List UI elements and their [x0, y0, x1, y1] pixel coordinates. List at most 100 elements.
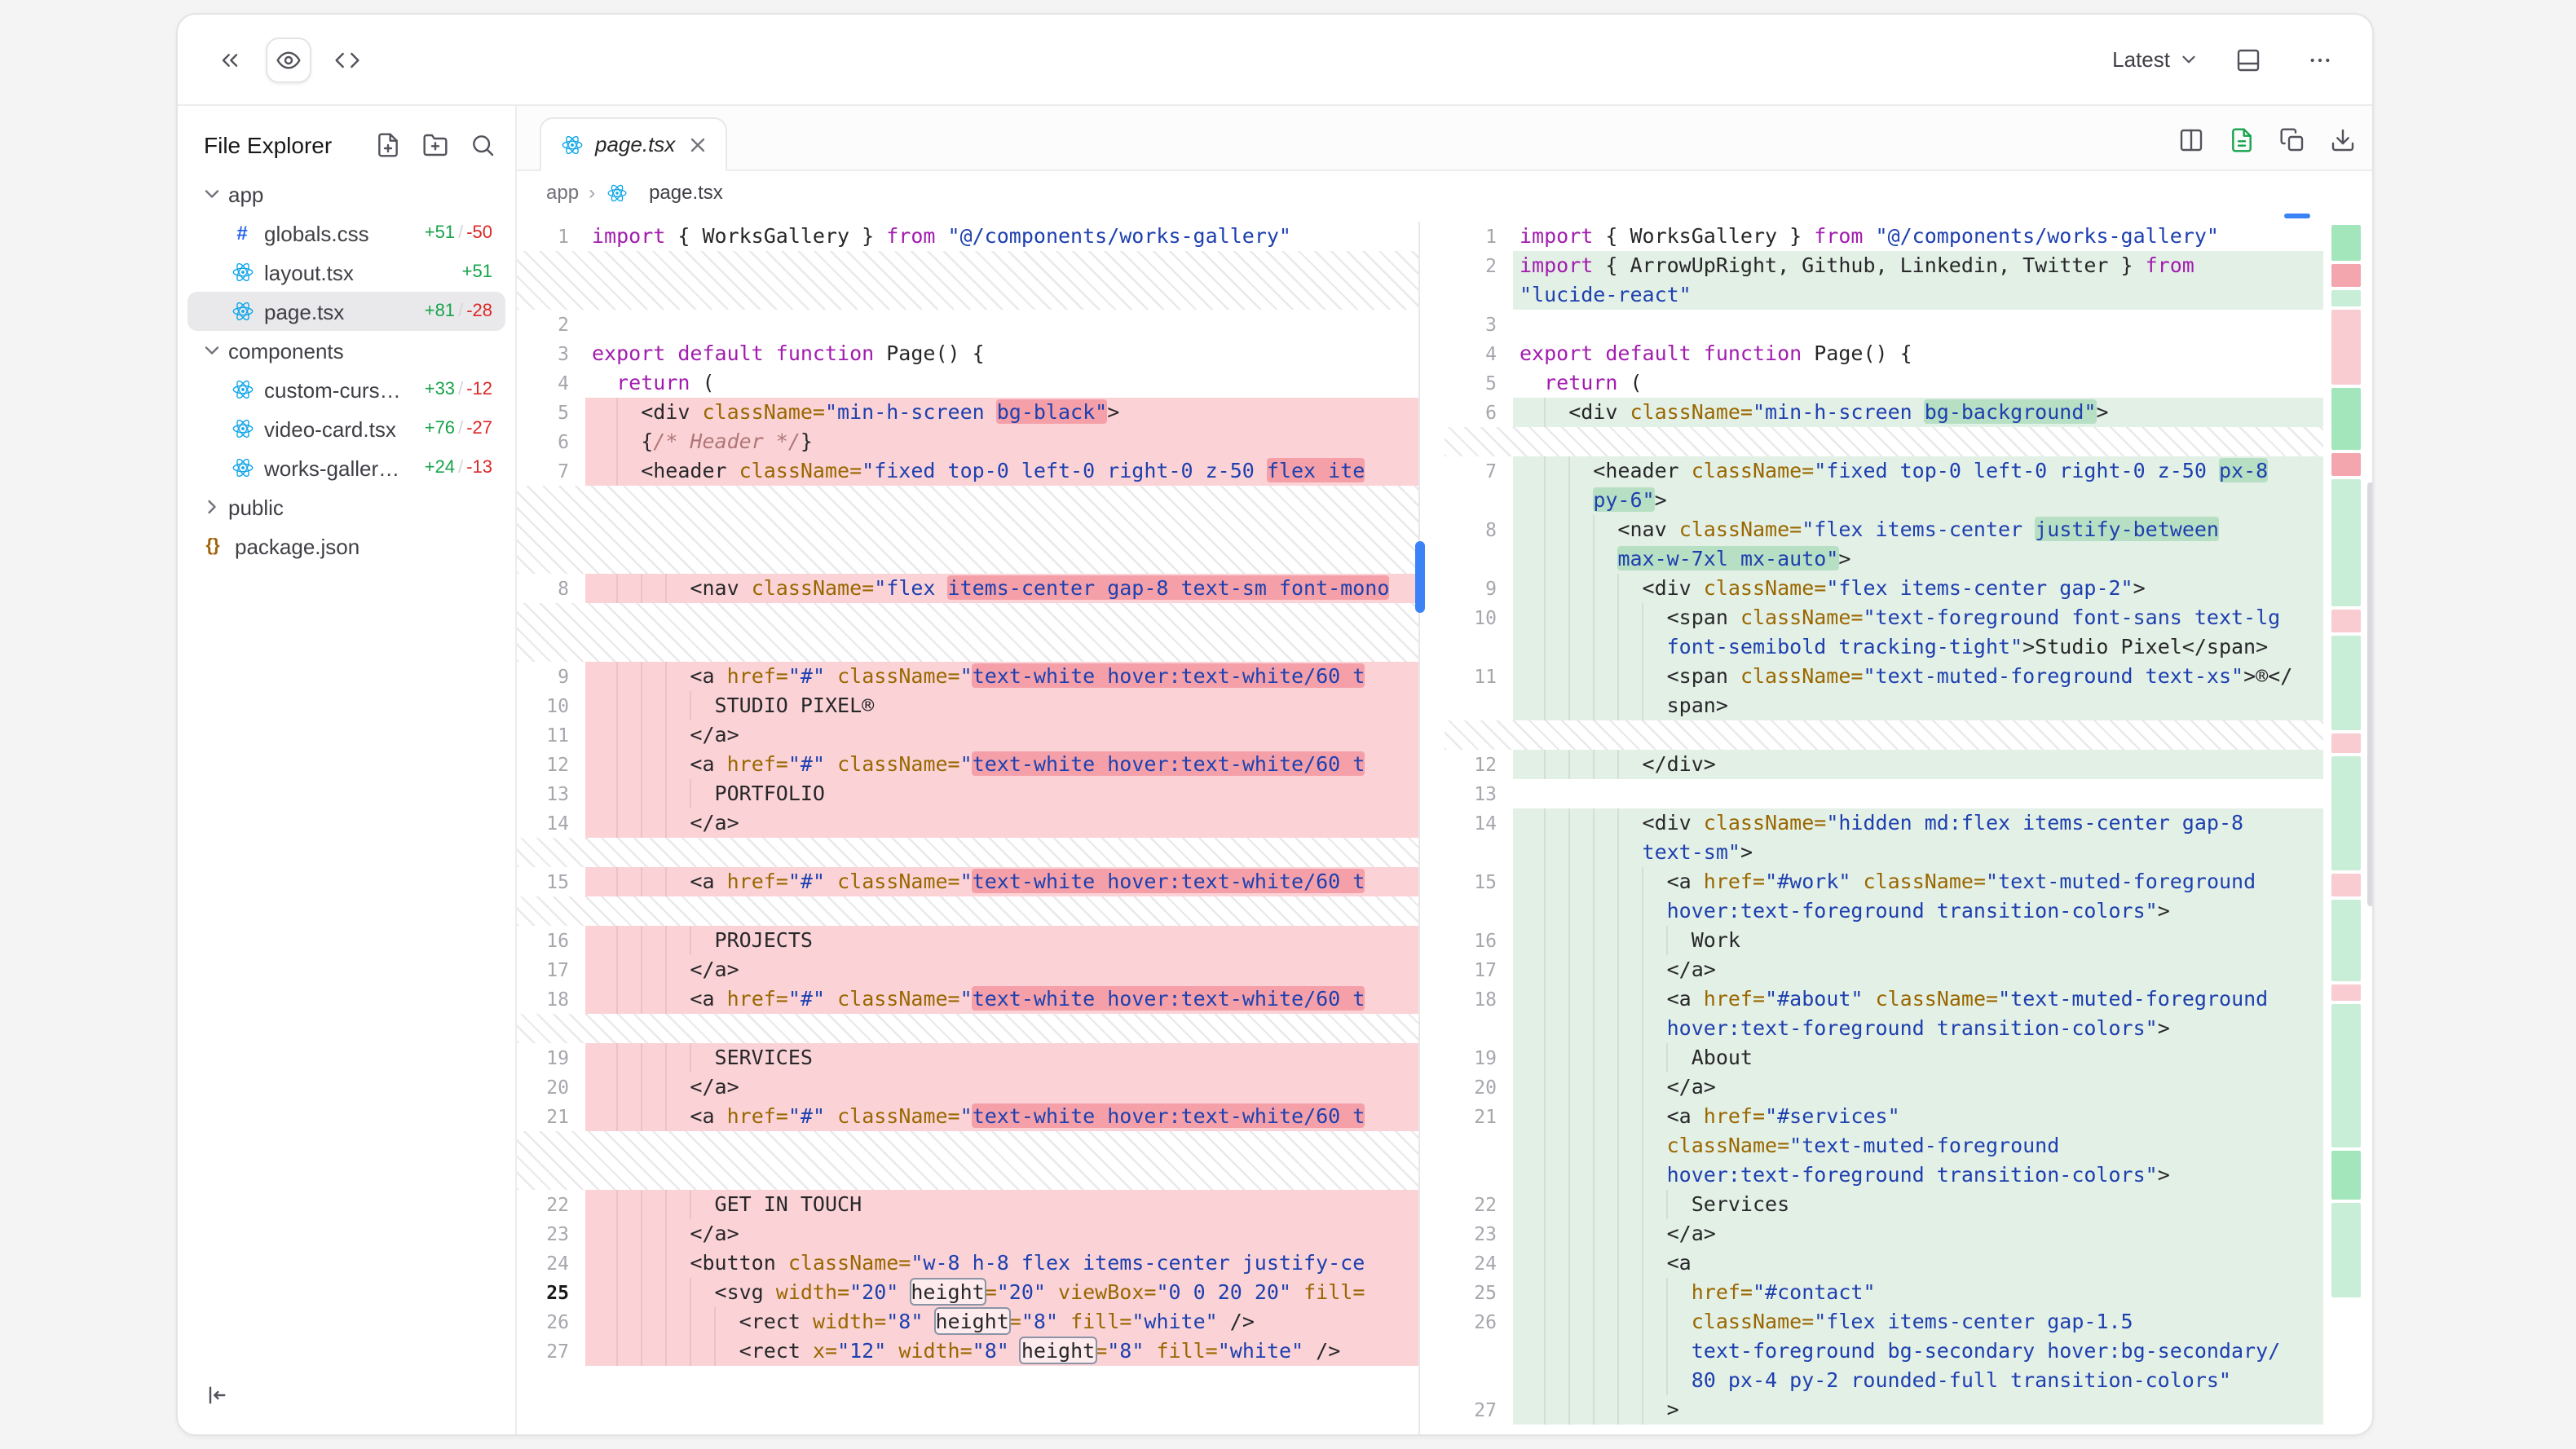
- code-line[interactable]: hover:text-foreground transition-colors"…: [1445, 1014, 2323, 1043]
- collapse-panel-button[interactable]: [207, 37, 253, 82]
- code-line[interactable]: 5 <div className="min-h-screen bg-black"…: [517, 398, 1418, 427]
- code-line[interactable]: hover:text-foreground transition-colors"…: [1445, 896, 2323, 926]
- collapsed-unchanged-region[interactable]: [1445, 427, 2323, 456]
- code-line[interactable]: 22 GET IN TOUCH: [517, 1190, 1418, 1219]
- panel-bottom-button[interactable]: [2225, 37, 2271, 82]
- code-line[interactable]: 6 {/* Header */}: [517, 427, 1418, 456]
- file-tree-item-globals.css[interactable]: #globals.css+51/-50: [187, 214, 505, 253]
- minimap[interactable]: [2323, 222, 2372, 1434]
- code-line[interactable]: 16 Work: [1445, 926, 2323, 955]
- code-line[interactable]: 26 className="flex items-center gap-1.5: [1445, 1307, 2323, 1337]
- code-line[interactable]: 12 <a href="#" className="text-white hov…: [517, 750, 1418, 779]
- copy-button[interactable]: [2279, 127, 2305, 153]
- code-line[interactable]: 23 </a>: [1445, 1219, 2323, 1249]
- tab-close-button[interactable]: [686, 133, 709, 156]
- code-line[interactable]: 14 <div className="hidden md:flex items-…: [1445, 808, 2323, 838]
- code-line[interactable]: 4 return (: [517, 368, 1418, 398]
- code-line[interactable]: 13: [1445, 779, 2323, 808]
- code-line[interactable]: 22 Services: [1445, 1190, 2323, 1219]
- more-options-button[interactable]: [2297, 37, 2343, 82]
- code-line[interactable]: 9 <div className="flex items-center gap-…: [1445, 574, 2323, 603]
- folder-tree-item-public[interactable]: public: [187, 487, 505, 526]
- code-line[interactable]: font-semibold tracking-tight">Studio Pix…: [1445, 632, 2323, 662]
- code-line[interactable]: 10 <span className="text-foreground font…: [1445, 603, 2323, 632]
- collapsed-unchanged-region[interactable]: [517, 486, 1418, 574]
- file-tree-item-package.json[interactable]: {}package.json: [187, 526, 505, 566]
- code-line[interactable]: 14 </a>: [517, 808, 1418, 838]
- download-button[interactable]: [2330, 127, 2356, 153]
- code-line[interactable]: 18 <a href="#about" className="text-mute…: [1445, 984, 2323, 1014]
- folder-tree-item-app[interactable]: app: [187, 174, 505, 214]
- tab-page-tsx[interactable]: page.tsx: [540, 117, 727, 171]
- code-line[interactable]: 9 <a href="#" className="text-white hove…: [517, 662, 1418, 691]
- breadcrumb-root[interactable]: app: [546, 181, 579, 204]
- minimap-scrollbar[interactable]: [2367, 482, 2372, 906]
- code-line[interactable]: 20 </a>: [517, 1072, 1418, 1102]
- diff-file-button[interactable]: [2229, 127, 2255, 153]
- collapsed-unchanged-region[interactable]: [517, 1014, 1418, 1043]
- code-line[interactable]: 18 <a href="#" className="text-white hov…: [517, 984, 1418, 1014]
- code-line[interactable]: 21 <a href="#services": [1445, 1102, 2323, 1131]
- code-line[interactable]: 3: [1445, 310, 2323, 339]
- code-line[interactable]: 26 <rect width="8" height="8" fill="whit…: [517, 1307, 1418, 1337]
- code-line[interactable]: 4export default function Page() {: [1445, 339, 2323, 368]
- code-line[interactable]: 16 PROJECTS: [517, 926, 1418, 955]
- code-view-button[interactable]: [324, 37, 370, 82]
- code-line[interactable]: 24 <button className="w-8 h-8 flex items…: [517, 1249, 1418, 1278]
- code-line[interactable]: 17 </a>: [1445, 955, 2323, 984]
- search-button[interactable]: [470, 132, 496, 158]
- code-line[interactable]: "lucide-react": [1445, 280, 2323, 310]
- code-line[interactable]: 8 <nav className="flex items-center gap-…: [517, 574, 1418, 603]
- code-line[interactable]: 17 </a>: [517, 955, 1418, 984]
- file-tree-item-works-galler-[interactable]: works-galler…+24/-13: [187, 448, 505, 487]
- code-line[interactable]: 27 <rect x="12" width="8" height="8" fil…: [517, 1337, 1418, 1366]
- code-line[interactable]: 7 <header className="fixed top-0 left-0 …: [517, 456, 1418, 486]
- collapsed-unchanged-region[interactable]: [517, 251, 1418, 310]
- collapsed-unchanged-region[interactable]: [517, 838, 1418, 867]
- code-line[interactable]: 20 </a>: [1445, 1072, 2323, 1102]
- code-line[interactable]: 2: [517, 310, 1418, 339]
- code-line[interactable]: 6 <div className="min-h-screen bg-backgr…: [1445, 398, 2323, 427]
- code-line[interactable]: text-sm">: [1445, 838, 2323, 867]
- folder-tree-item-components[interactable]: components: [187, 331, 505, 370]
- code-line[interactable]: 15 <a href="#work" className="text-muted…: [1445, 867, 2323, 896]
- code-line[interactable]: 25 <svg width="20" height="20" viewBox="…: [517, 1278, 1418, 1307]
- collapsed-unchanged-region[interactable]: [517, 896, 1418, 926]
- code-line[interactable]: 25 href="#contact": [1445, 1278, 2323, 1307]
- code-line[interactable]: hover:text-foreground transition-colors"…: [1445, 1161, 2323, 1190]
- code-line[interactable]: 7 <header className="fixed top-0 left-0 …: [1445, 456, 2323, 486]
- file-tree-item-page.tsx[interactable]: page.tsx+81/-28: [187, 292, 505, 331]
- code-line[interactable]: py-6">: [1445, 486, 2323, 515]
- code-line[interactable]: 27 >: [1445, 1395, 2323, 1425]
- file-tree-item-layout.tsx[interactable]: layout.tsx+51: [187, 253, 505, 292]
- version-dropdown[interactable]: Latest: [2112, 47, 2199, 72]
- code-line[interactable]: 2import { ArrowUpRight, Github, Linkedin…: [1445, 251, 2323, 280]
- code-line[interactable]: 11 </a>: [517, 720, 1418, 750]
- preview-mode-button[interactable]: [266, 37, 311, 82]
- code-line[interactable]: 13 PORTFOLIO: [517, 779, 1418, 808]
- code-line[interactable]: text-foreground bg-secondary hover:bg-se…: [1445, 1337, 2323, 1366]
- code-line[interactable]: className="text-muted-foreground: [1445, 1131, 2323, 1161]
- new-file-button[interactable]: [375, 132, 401, 158]
- code-line[interactable]: 1import { WorksGallery } from "@/compone…: [517, 222, 1418, 251]
- collapsed-unchanged-region[interactable]: [1445, 720, 2323, 750]
- code-line[interactable]: 12 </div>: [1445, 750, 2323, 779]
- code-line[interactable]: 8 <nav className="flex items-center just…: [1445, 515, 2323, 544]
- diff-pane-old[interactable]: 1import { WorksGallery } from "@/compone…: [517, 222, 1418, 1434]
- code-line[interactable]: 5 return (: [1445, 368, 2323, 398]
- code-line[interactable]: span>: [1445, 691, 2323, 720]
- code-line[interactable]: 21 <a href="#" className="text-white hov…: [517, 1102, 1418, 1131]
- split-drag-handle[interactable]: [1414, 541, 1424, 613]
- code-line[interactable]: 19 SERVICES: [517, 1043, 1418, 1072]
- code-line[interactable]: 19 About: [1445, 1043, 2323, 1072]
- collapsed-unchanged-region[interactable]: [517, 1131, 1418, 1190]
- code-line[interactable]: 15 <a href="#" className="text-white hov…: [517, 867, 1418, 896]
- code-line[interactable]: 23 </a>: [517, 1219, 1418, 1249]
- code-line[interactable]: 24 <a: [1445, 1249, 2323, 1278]
- code-line[interactable]: max-w-7xl mx-auto">: [1445, 544, 2323, 574]
- code-line[interactable]: 11 <span className="text-muted-foregroun…: [1445, 662, 2323, 691]
- code-line[interactable]: 80 px-4 py-2 rounded-full transition-col…: [1445, 1366, 2323, 1395]
- new-folder-button[interactable]: [422, 132, 448, 158]
- diff-pane-new[interactable]: 1import { WorksGallery } from "@/compone…: [1445, 222, 2323, 1434]
- collapse-sidebar-button[interactable]: [194, 1372, 240, 1418]
